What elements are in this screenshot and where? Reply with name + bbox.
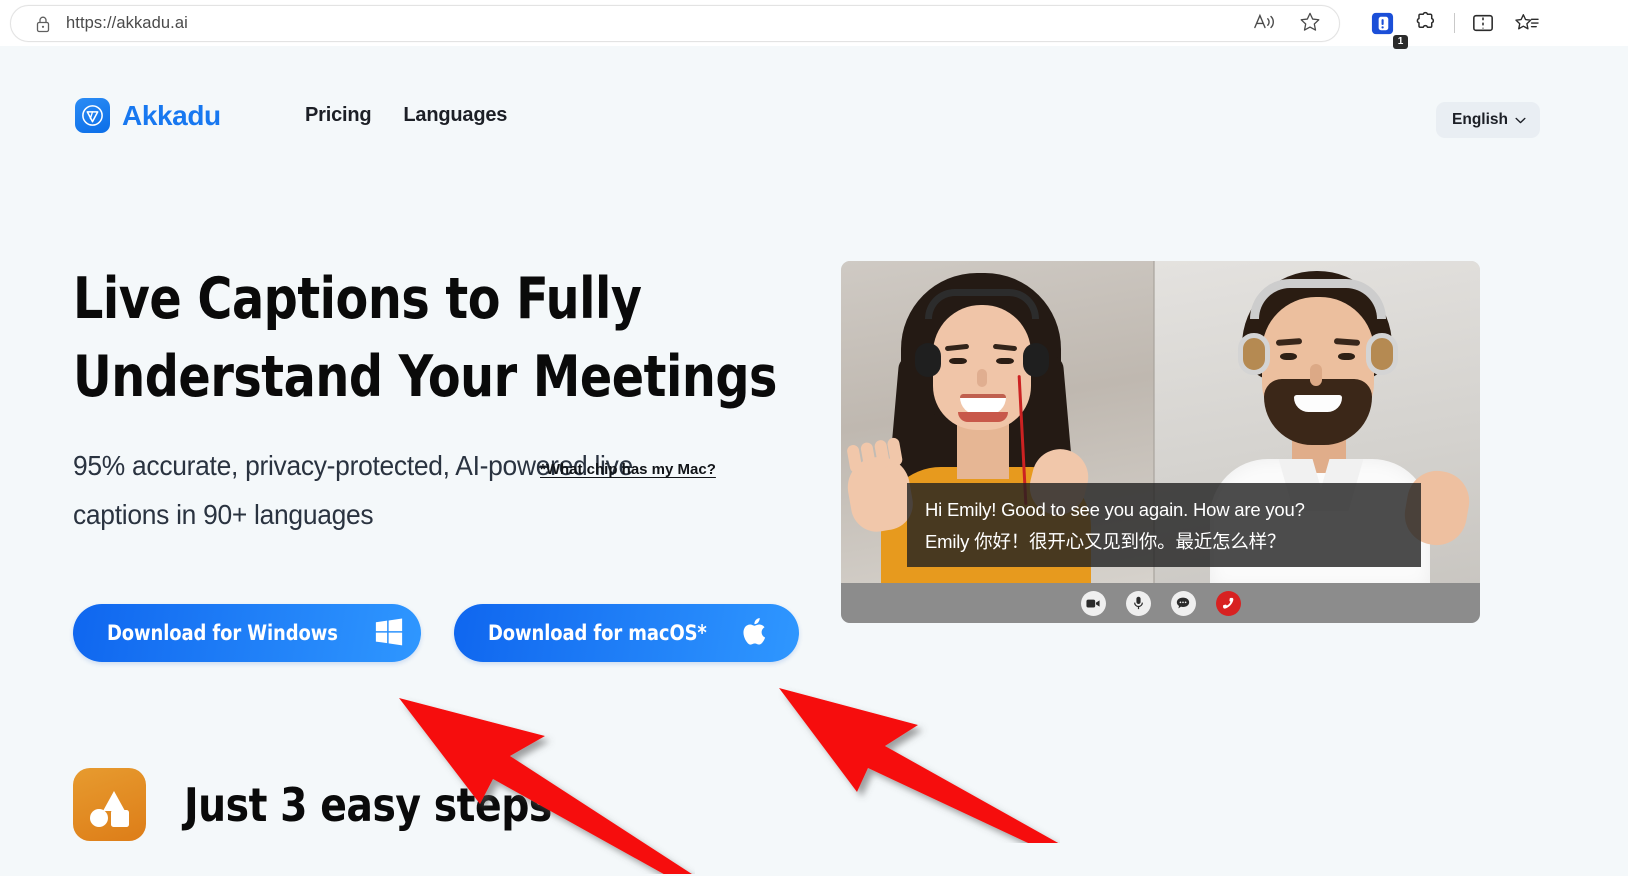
extension-badge-count: 1 [1393,35,1408,49]
video-control-bar [841,583,1480,623]
live-caption-overlay: Hi Emily! Good to see you again. How are… [907,483,1421,567]
decor [977,369,987,387]
decor [1310,364,1322,386]
camera-icon[interactable] [1080,590,1106,616]
chevron-down-icon [1515,111,1526,129]
download-buttons: Download for Windows Download for macOS* [73,604,799,662]
decor [1238,333,1270,375]
akkadu-logo-icon [75,98,110,133]
decor [958,412,1008,422]
collections-icon[interactable] [1505,0,1549,46]
web-page: Akkadu Pricing Languages English Live Ca… [0,46,1628,876]
extensions-puzzle-icon[interactable] [1404,0,1448,46]
address-bar[interactable]: https://akkadu.ai [10,5,1340,42]
decor [1023,343,1049,377]
download-windows-label: Download for Windows [107,621,338,645]
lock-icon [35,15,51,33]
steps-section-header: Just 3 easy steps [73,768,571,841]
page-title: Live Captions to Fully Understand Your M… [73,261,780,416]
decor [915,343,941,377]
download-windows-button[interactable]: Download for Windows [73,604,421,662]
apple-logo-icon [742,616,768,650]
download-macos-button[interactable]: Download for macOS* [454,604,799,662]
logo[interactable]: Akkadu [75,98,221,133]
toolbar-divider [1454,13,1455,33]
nav-item-languages[interactable]: Languages [403,104,507,127]
caption-chinese: Emily 你好！很开心又见到你。最近怎么样？ [925,530,1286,552]
url-text: https://akkadu.ai [66,14,188,32]
microphone-icon[interactable] [1125,590,1151,616]
video-call-mockup: Hi Emily! Good to see you again. How are… [841,261,1480,623]
favorite-star-icon[interactable] [1299,11,1321,38]
download-macos-label: Download for macOS* [488,621,707,645]
logo-text: Akkadu [122,99,221,131]
end-call-icon[interactable] [1215,590,1241,616]
site-header: Akkadu Pricing Languages English [0,46,1628,166]
headline-line-2: Understand Your Meetings [73,343,777,410]
hero-content: Live Captions to Fully Understand Your M… [73,261,833,662]
windows-logo-icon [374,617,404,650]
subhead-line-2: captions in 90+ languages [73,498,374,530]
decor [1250,279,1386,319]
pinned-extension-icon[interactable]: 1 [1360,0,1408,49]
decor [1264,379,1372,445]
nav-item-pricing[interactable]: Pricing [305,104,372,127]
chat-bubble-icon[interactable] [1170,590,1196,616]
decor [925,289,1039,319]
decor [1366,333,1398,375]
decor [1294,395,1342,412]
shapes-icon [73,768,146,841]
headline-line-1: Live Captions to Fully [73,266,642,332]
hero-subtitle: 95% accurate, privacy-protected, AI-powe… [73,442,803,540]
read-aloud-icon[interactable] [1253,12,1277,37]
language-selector[interactable]: English [1436,102,1540,138]
browser-extension-icons: 1 [1360,0,1549,49]
language-selector-label: English [1452,111,1508,128]
decor [949,358,967,364]
what-chip-link[interactable]: *What chip has my Mac? [540,461,716,478]
browser-toolbar: https://akkadu.ai 1 [0,0,1628,49]
annotation-arrow-2 [779,688,1059,843]
decor [996,358,1014,364]
decor [1280,353,1297,360]
main-nav: Pricing Languages [305,104,507,127]
split-screen-icon[interactable] [1461,0,1505,46]
caption-english: Hi Emily! Good to see you again. How are… [925,499,1305,520]
decor [1338,353,1355,360]
steps-section-title: Just 3 easy steps [184,777,552,832]
